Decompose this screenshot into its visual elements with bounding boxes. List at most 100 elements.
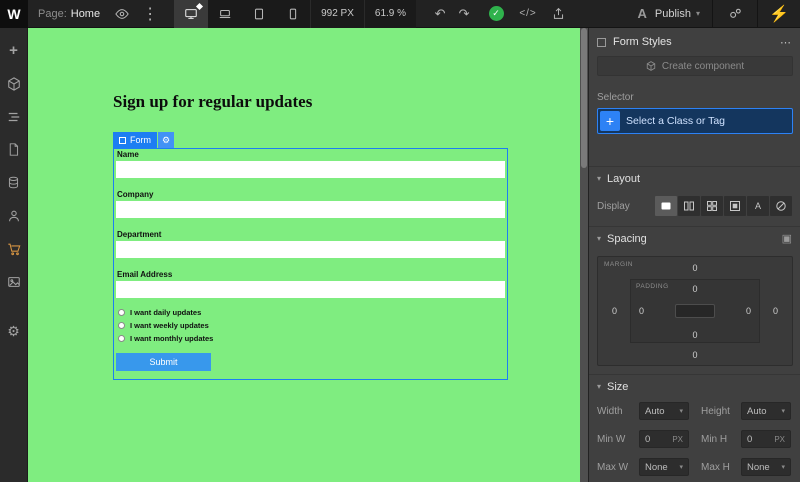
export-code-button[interactable]: </> [516,0,540,28]
settings-button[interactable]: ⚙ [0,315,28,348]
zoom-level-value[interactable]: 61.9 % [363,0,417,28]
device-laptop-button[interactable] [208,0,242,28]
redo-button[interactable]: ↷ [452,0,476,28]
name-input[interactable] [116,161,505,178]
padding-right-value[interactable]: 0 [746,306,751,316]
radio-icon[interactable] [118,322,125,329]
display-inline-button[interactable]: A [747,196,769,216]
cms-button[interactable] [0,166,28,199]
gear-icon: ⚙ [161,134,171,145]
device-tablet-button[interactable] [242,0,276,28]
size-row-max: Max W None ▾ Max H None ▾ [597,458,792,476]
class-selector-input[interactable]: + Select a Class or Tag [597,108,793,134]
undo-button[interactable]: ↶ [428,0,452,28]
more-options-button[interactable]: ⋮ [138,0,162,28]
redo-icon: ↷ [458,5,470,21]
max-height-value: None [747,461,770,473]
assets-button[interactable] [0,265,28,298]
layers-icon [8,112,19,121]
min-width-input[interactable]: 0 PX [639,430,689,448]
min-height-input[interactable]: 0 PX [741,430,791,448]
max-width-input[interactable]: None ▾ [639,458,689,476]
form-tag-label-segment[interactable]: Form [113,132,157,148]
submit-button[interactable]: Submit [116,353,211,371]
breakpoint-switcher [174,0,311,28]
form-settings-button[interactable]: ⚙ [158,132,174,148]
margin-top-value[interactable]: 0 [598,263,792,273]
droplets-icon [729,8,741,18]
page-selector[interactable]: Page: Home [38,8,100,20]
radio-option[interactable]: I want weekly updates [118,321,209,330]
scrollbar-thumb[interactable] [581,28,587,168]
height-value: Auto [747,405,767,417]
pages-button[interactable] [0,133,28,166]
display-grid-button[interactable] [701,196,723,216]
spacing-section-header[interactable]: ▾ Spacing ▣ [589,226,800,250]
preview-button[interactable] [110,0,134,28]
width-label: Width [597,405,623,417]
device-desktop-button[interactable] [174,0,209,28]
width-input[interactable]: Auto ▾ [639,402,689,420]
size-section-header[interactable]: ▾ Size [589,374,800,398]
display-inline-block-button[interactable] [724,196,746,216]
radio-option[interactable]: I want daily updates [118,308,201,317]
quick-actions-button[interactable]: ⚡ [758,0,800,28]
padding-bottom-value[interactable]: 0 [631,330,759,340]
ellipsis-vertical-icon: ⋮ [142,5,159,23]
selection-header: Form Styles ⋯ [597,34,792,50]
webflow-logo[interactable]: W [0,0,28,28]
department-input[interactable] [116,241,505,258]
field-label: Email Address [117,270,173,279]
chevron-down-icon: ▾ [781,464,785,471]
canvas-scrollbar[interactable] [580,28,588,482]
spacing-edit-icon[interactable]: ▣ [782,232,792,245]
grid-icon [707,201,717,211]
eye-icon [115,8,129,19]
margin-bottom-value[interactable]: 0 [598,350,792,360]
site-avatar[interactable]: A [638,6,647,21]
chevron-down-icon: ▾ [781,408,785,415]
selected-element-tag[interactable]: Form ⚙ [113,132,174,148]
phone-icon [289,8,297,19]
panel-more-button[interactable]: ⋯ [780,36,792,49]
display-flex-button[interactable] [678,196,700,216]
display-none-button[interactable] [770,196,792,216]
design-canvas[interactable]: Sign up for regular updates Form ⚙ Name … [28,28,580,482]
activity-button[interactable] [713,0,757,28]
max-width-label: Max W [597,461,629,473]
components-button[interactable] [0,67,28,100]
code-icon: </> [519,8,537,19]
element-core-box [675,304,715,318]
users-button[interactable] [0,199,28,232]
none-icon [776,201,786,211]
tablet-icon [255,8,264,19]
email-input[interactable] [116,281,505,298]
field-label: Name [117,150,139,159]
canvas-heading[interactable]: Sign up for regular updates [113,92,312,112]
padding-top-value[interactable]: 0 [631,284,759,294]
ecommerce-button[interactable] [0,232,28,265]
padding-left-value[interactable]: 0 [639,306,644,316]
save-status-button[interactable]: ✓ [484,0,508,28]
breakpoint-width-value[interactable]: 992 PX [310,0,364,28]
max-height-input[interactable]: None ▾ [741,458,791,476]
add-elements-button[interactable]: + [0,34,28,67]
radio-option[interactable]: I want monthly updates [118,334,213,343]
margin-right-value[interactable]: 0 [773,306,778,316]
radio-icon[interactable] [118,309,125,316]
radio-icon[interactable] [118,335,125,342]
layout-section-header[interactable]: ▾ Layout [589,166,800,190]
margin-left-value[interactable]: 0 [612,306,617,316]
create-component-button[interactable]: Create component [597,56,793,76]
share-button[interactable] [546,0,570,28]
display-block-button[interactable] [655,196,677,216]
publish-button[interactable]: Publish ▾ [655,8,700,20]
height-input[interactable]: Auto ▾ [741,402,791,420]
chevron-down-icon: ▾ [597,382,602,391]
company-input[interactable] [116,201,505,218]
device-phone-button[interactable] [276,0,310,28]
add-class-icon[interactable]: + [600,111,620,131]
navigator-button[interactable] [0,100,28,133]
database-icon [8,176,19,189]
form-block[interactable]: Name Company Department Email Address I … [113,148,508,380]
